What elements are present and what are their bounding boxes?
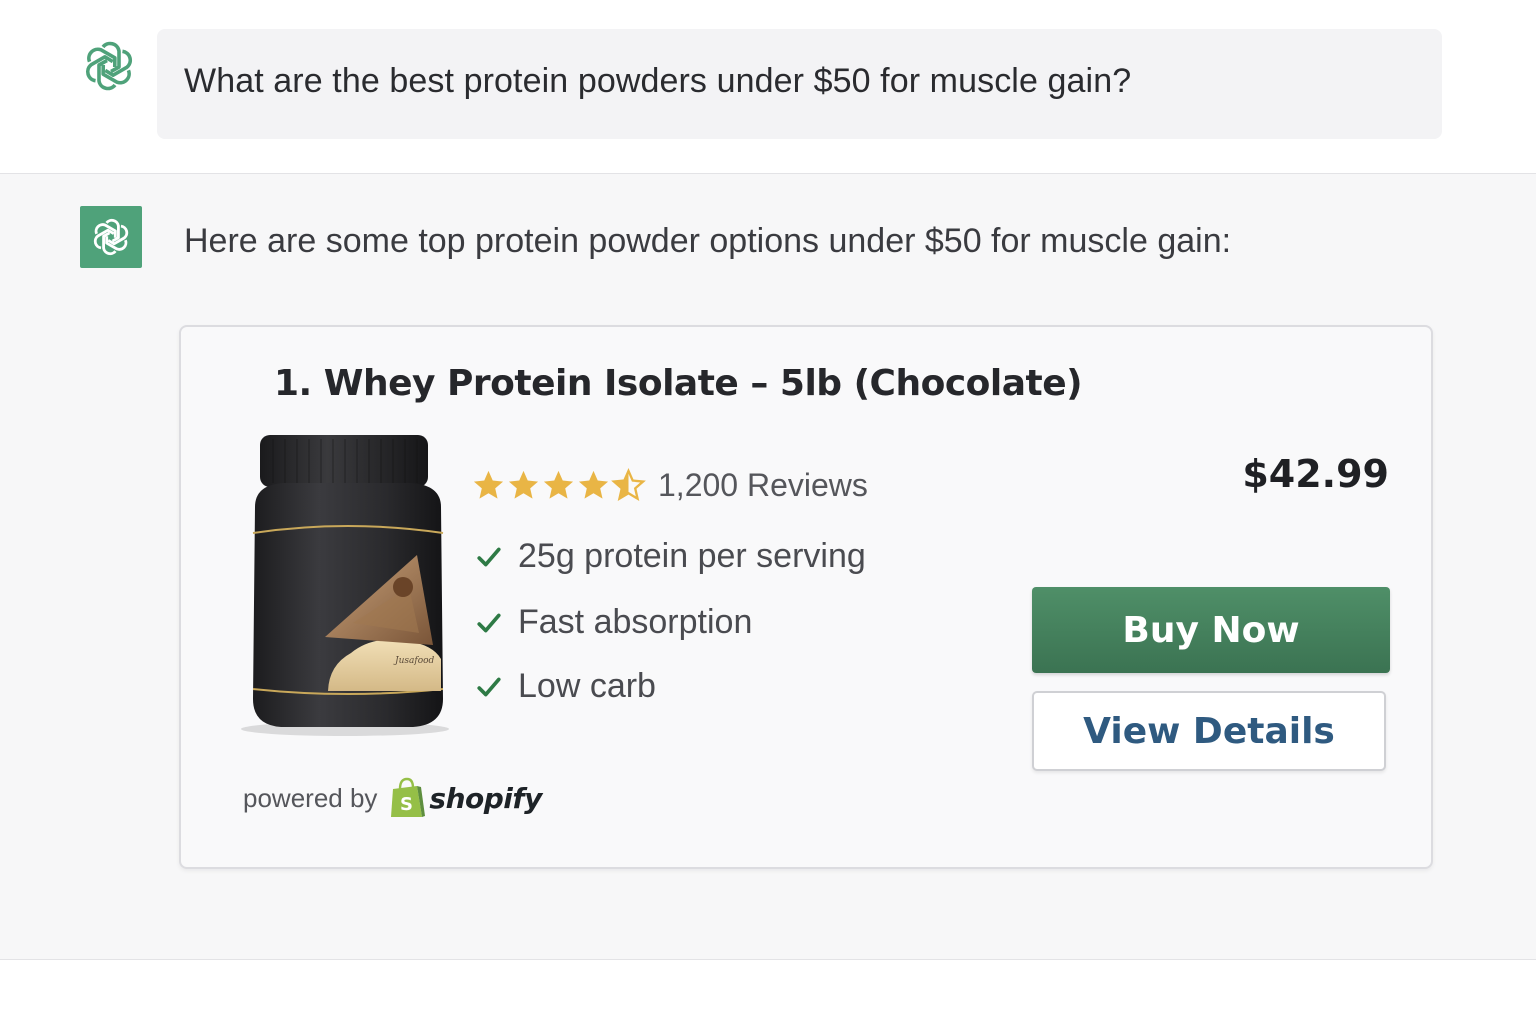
openai-logo-icon [93, 218, 129, 256]
product-title: 1. Whey Protein Isolate – 5lb (Chocolate… [274, 363, 1083, 404]
product-price: $42.99 [1242, 452, 1389, 496]
checkmark-icon [477, 547, 501, 566]
review-count[interactable]: 1,200 Reviews [658, 467, 868, 504]
chat-page: What are the best protein powders under … [0, 0, 1536, 1024]
assistant-avatar [80, 206, 142, 268]
product-card: 1. Whey Protein Isolate – 5lb (Chocolate… [179, 325, 1433, 869]
feature-item: 25g protein per serving [476, 537, 866, 576]
product-image: Jusafood [233, 427, 463, 737]
powered-by-label: powered by [243, 782, 378, 813]
product-rating: 1,200 Reviews [471, 467, 868, 504]
star-icon [473, 470, 504, 499]
shopify-wordmark: shopify [429, 781, 542, 815]
star-icon [508, 470, 539, 499]
assistant-message-row: Here are some top protein powder options… [0, 174, 1536, 960]
star-icon [543, 470, 574, 499]
user-message-row: What are the best protein powders under … [0, 0, 1536, 174]
view-details-button[interactable]: View Details [1032, 691, 1386, 771]
buy-now-button[interactable]: Buy Now [1032, 587, 1390, 673]
user-message-text: What are the best protein powders under … [184, 62, 1132, 100]
feature-text: Low carb [518, 667, 656, 705]
star-rating [471, 468, 646, 503]
svg-text:Jusafood: Jusafood [393, 656, 435, 666]
half-star-icon [611, 468, 646, 502]
checkmark-icon [477, 613, 501, 632]
star-icon [578, 470, 609, 499]
feature-text: 25g protein per serving [518, 537, 866, 575]
checkmark-icon [477, 677, 501, 696]
openai-logo-icon [78, 35, 140, 97]
powered-by-shopify[interactable]: powered by S shopify [243, 777, 542, 819]
feature-item: Fast absorption [476, 603, 752, 642]
shopify-bag-icon: S [391, 777, 426, 817]
assistant-message-text: Here are some top protein powder options… [184, 222, 1232, 260]
feature-text: Fast absorption [518, 603, 753, 641]
feature-item: Low carb [476, 667, 656, 706]
svg-text:S: S [400, 794, 413, 815]
